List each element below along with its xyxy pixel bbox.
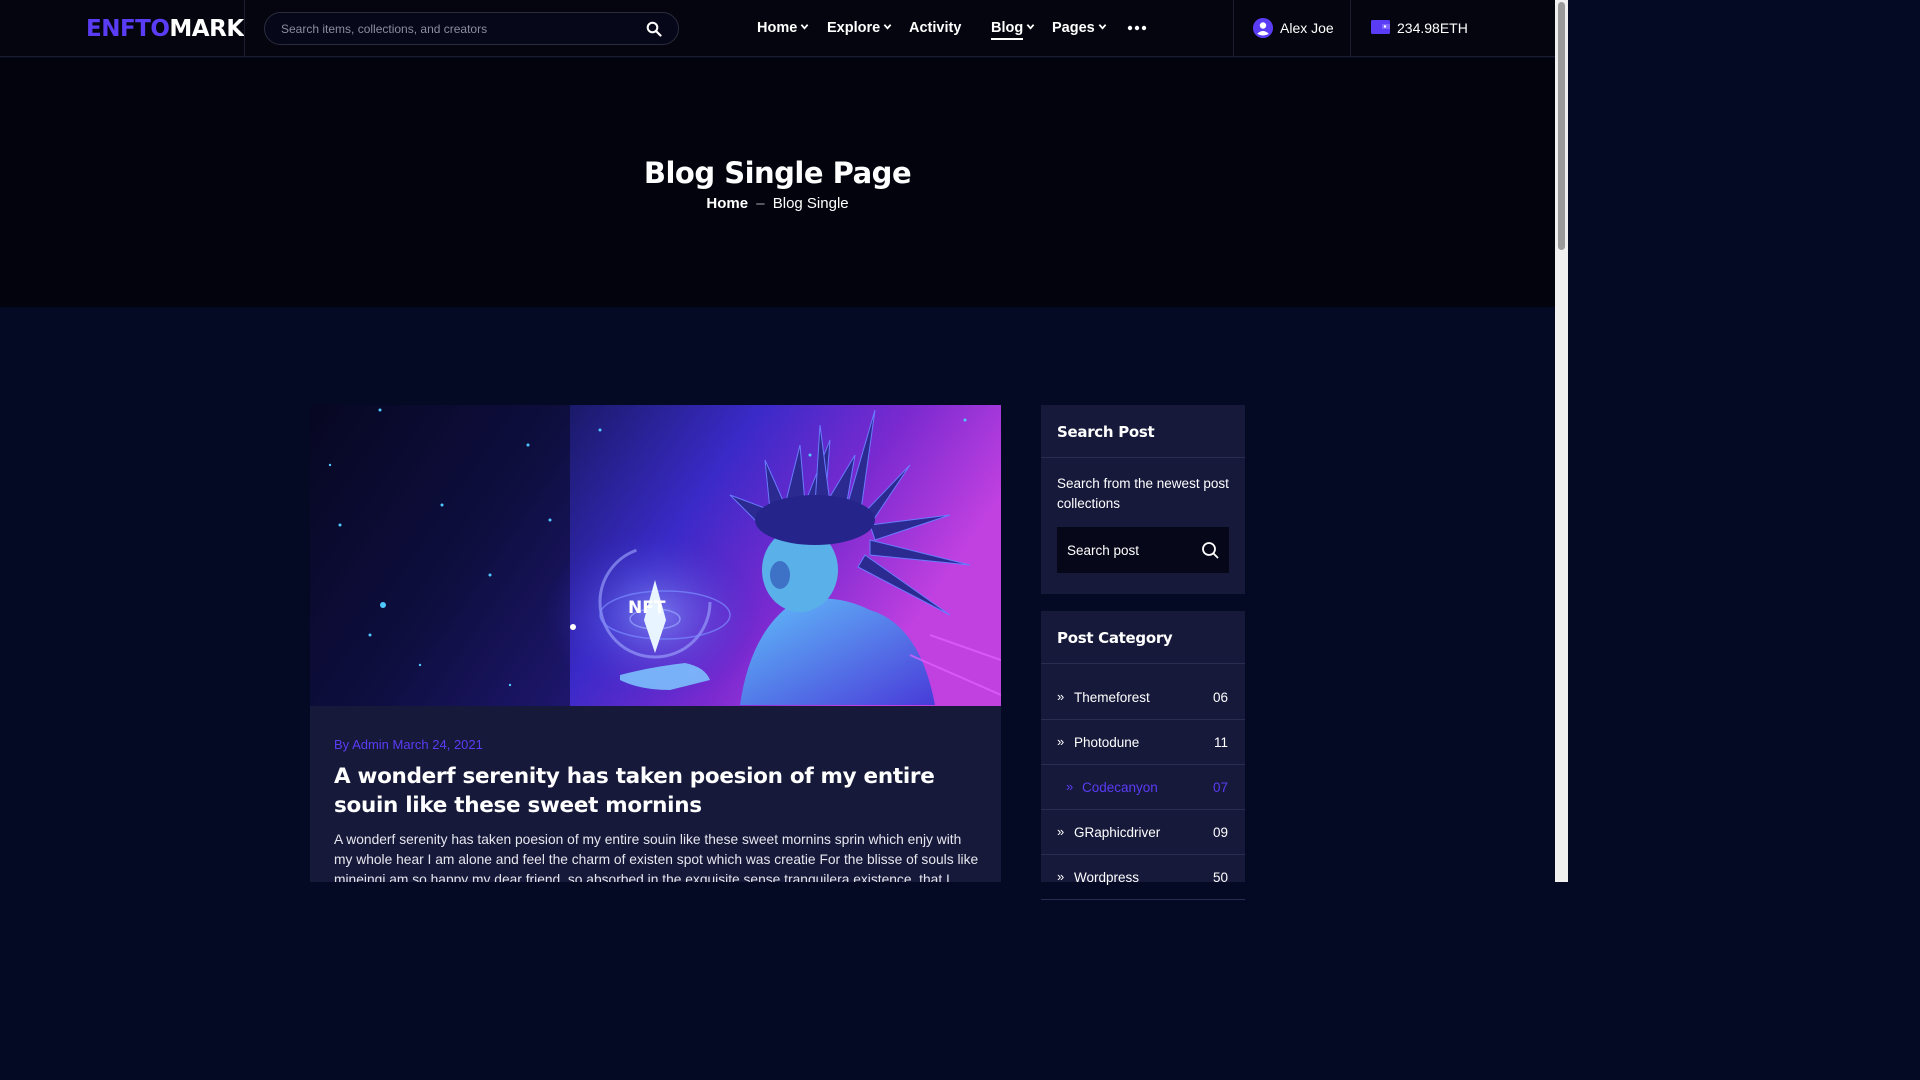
page-title: Blog Single Page [643, 156, 912, 190]
double-chevron-right-icon: » [1057, 869, 1065, 884]
search-post-widget: Search Post Search from the newest post … [1041, 405, 1245, 594]
double-chevron-right-icon: » [1057, 689, 1065, 704]
header-divider [244, 0, 245, 57]
nav-blog[interactable]: Blog [991, 20, 1035, 40]
double-chevron-right-icon: » [1066, 779, 1074, 794]
category-count: 06 [1212, 690, 1228, 705]
category-name: Photodune [1074, 735, 1140, 750]
blog-post-card: NFT By Admin March 24, 2021 A wonderf se… [310, 405, 1001, 882]
nav-blog-label: Blog [991, 20, 1024, 40]
chevron-down-icon [800, 24, 809, 30]
scrollbar-thumb[interactable] [1558, 2, 1565, 250]
post-body: A wonderf serenity has taken poesion of … [334, 832, 979, 882]
nav-activity-label: Activity [909, 20, 962, 36]
search-icon[interactable] [1201, 541, 1219, 559]
nav-pages[interactable]: Pages [1052, 20, 1107, 40]
search-input[interactable] [281, 13, 641, 44]
user-name: Alex Joe [1280, 20, 1334, 36]
post-title: A wonderf serenity has taken poesion of … [334, 764, 935, 818]
category-item-codecanyon[interactable]: » Codecanyon 07 [1041, 765, 1245, 810]
post-search-box [1057, 527, 1229, 573]
nft-logo-text: NFT [628, 598, 666, 618]
widget-title: Post Category [1041, 611, 1245, 664]
chevron-down-icon [1026, 24, 1035, 30]
more-icon[interactable] [1127, 22, 1147, 34]
category-count: 50 [1212, 870, 1228, 885]
header-divider [1350, 0, 1351, 57]
category-item-themeforest[interactable]: » Themeforest 06 [1041, 675, 1245, 720]
post-featured-image: NFT [310, 405, 1001, 706]
chevron-down-icon [883, 24, 892, 30]
category-count: 09 [1212, 825, 1228, 840]
wallet-value: 234.98ETH [1397, 20, 1468, 36]
category-name: GRaphicdriver [1074, 825, 1161, 840]
brand-logo-part2: MARK [169, 16, 244, 42]
category-name: Themeforest [1074, 690, 1150, 705]
category-name: Codecanyon [1082, 780, 1158, 795]
breadcrumb: Home – Blog Single [0, 195, 1555, 212]
header-divider [1233, 0, 1234, 57]
double-chevron-right-icon: » [1057, 734, 1065, 749]
double-chevron-right-icon: » [1057, 824, 1065, 839]
breadcrumb-current: Blog Single [772, 195, 849, 212]
nav-explore[interactable]: Explore [827, 20, 892, 40]
widget-description: Search from the newest post collections [1057, 476, 1229, 511]
site-header: ENFTOMARK Home Explore Activity Blog Pag… [0, 0, 1555, 57]
search-icon[interactable] [646, 21, 662, 37]
category-name: Wordpress [1074, 870, 1140, 885]
chevron-down-icon [1098, 24, 1107, 30]
nav-home[interactable]: Home [757, 20, 809, 40]
category-item-photodune[interactable]: » Photodune 11 [1041, 720, 1245, 765]
category-list: » Themeforest 06 » Photodune 11 » Codeca… [1041, 664, 1245, 900]
post-category-widget: Post Category » Themeforest 06 » Photodu… [1041, 611, 1245, 900]
breadcrumb-separator: – [756, 195, 765, 212]
category-item-wordpress[interactable]: » Wordpress 50 [1041, 855, 1245, 900]
wallet-icon [1371, 20, 1390, 34]
avatar-icon [1253, 18, 1273, 38]
nav-pages-label: Pages [1052, 20, 1095, 36]
brand-logo-part1: ENFTO [86, 16, 170, 42]
post-meta[interactable]: By Admin March 24, 2021 [334, 737, 483, 752]
page-scrollbar[interactable] [1555, 0, 1568, 882]
post-search-input[interactable] [1067, 527, 1192, 573]
brand-logo[interactable]: ENFTOMARK [86, 16, 244, 42]
widget-title: Search Post [1041, 405, 1245, 458]
page-hero: Blog Single Page Home – Blog Single [0, 58, 1555, 307]
nav-explore-label: Explore [827, 20, 881, 36]
header-search [264, 12, 679, 45]
category-item-graphicdriver[interactable]: » GRaphicdriver 09 [1041, 810, 1245, 855]
category-count: 07 [1212, 780, 1228, 795]
category-count: 11 [1213, 735, 1228, 750]
breadcrumb-home-link[interactable]: Home [706, 195, 748, 212]
nav-activity[interactable]: Activity [909, 20, 961, 40]
nav-home-label: Home [757, 20, 798, 36]
